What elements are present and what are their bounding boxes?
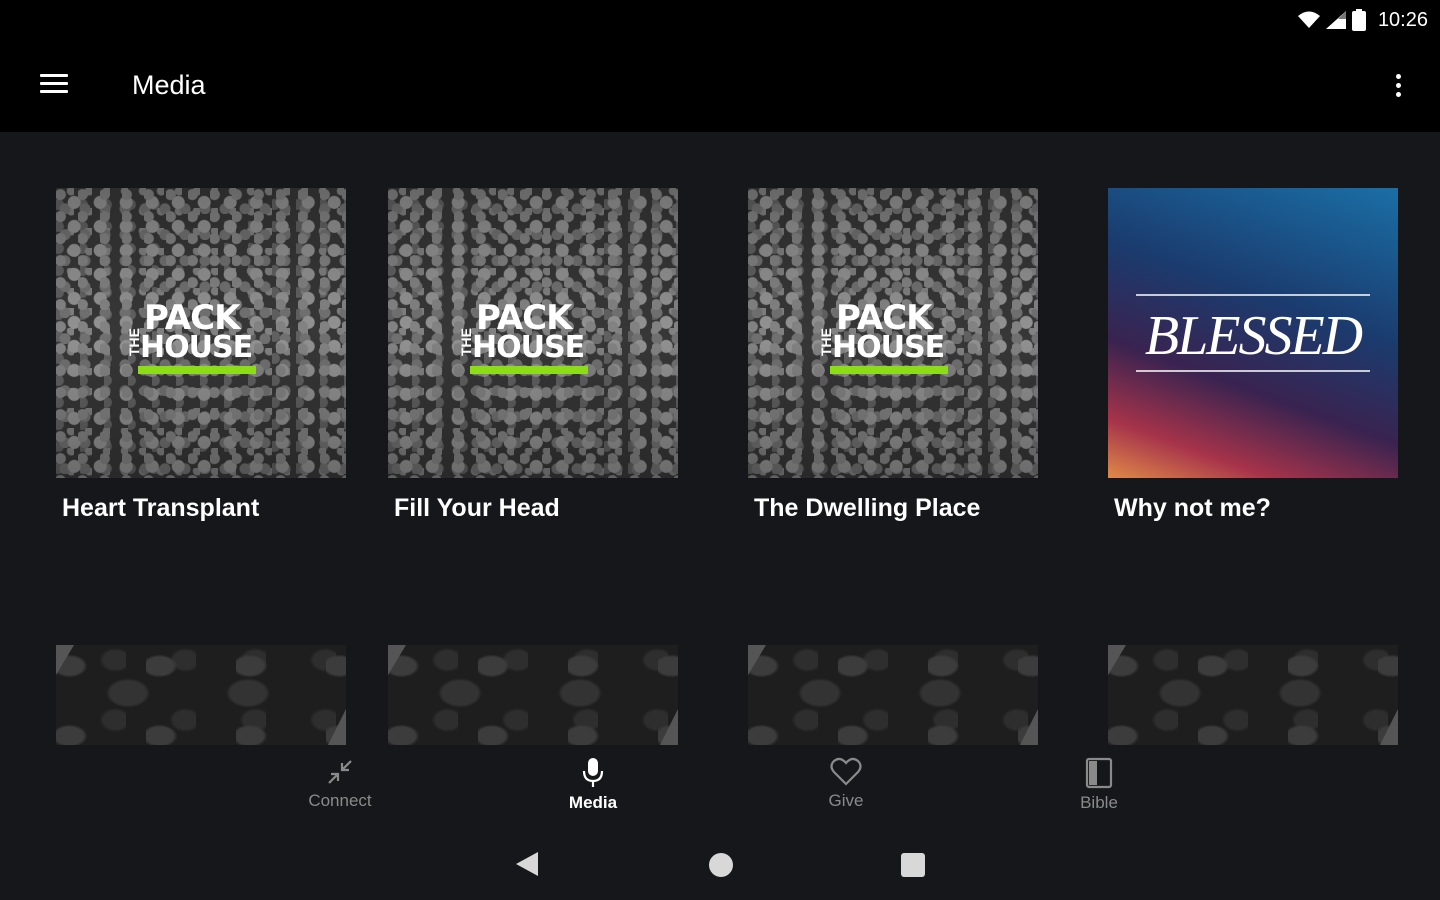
- battery-icon: [1351, 9, 1366, 31]
- wifi-icon: [1297, 11, 1320, 29]
- media-title: Heart Transplant: [62, 494, 260, 522]
- nav-item-give[interactable]: Give: [786, 757, 906, 811]
- pack-the-house-logo: THE PACK HOUSE: [818, 296, 958, 376]
- heart-icon: [786, 757, 906, 787]
- signal-icon: [1325, 11, 1346, 29]
- media-artwork-partial[interactable]: [748, 645, 1038, 745]
- nav-label: Connect: [308, 791, 372, 810]
- app-bar: Media: [0, 40, 1440, 132]
- nav-label: Bible: [1080, 793, 1118, 812]
- bottom-navigation: Connect Media Give Bible: [0, 745, 1440, 830]
- pack-the-house-logo: THE PACK HOUSE: [126, 296, 266, 376]
- page-title: Media: [132, 70, 206, 100]
- media-title: Fill Your Head: [394, 494, 560, 522]
- media-screen: 10:26 Media THE PACK HOUSE Heart Transpl…: [0, 0, 1440, 900]
- media-artwork: THE PACK HOUSE: [388, 188, 678, 478]
- media-artwork: THE PACK HOUSE: [56, 188, 346, 478]
- media-artwork: BLESSED: [1108, 188, 1398, 478]
- pack-the-house-logo: THE PACK HOUSE: [458, 296, 598, 376]
- microphone-icon: [533, 757, 653, 789]
- nav-item-connect[interactable]: Connect: [280, 757, 400, 811]
- back-icon[interactable]: [514, 850, 540, 883]
- media-card[interactable]: THE PACK HOUSE Fill Your Head: [388, 188, 678, 523]
- blessed-logo: BLESSED: [1136, 294, 1370, 374]
- nav-label: Media: [568, 793, 618, 812]
- media-title: Why not me?: [1114, 494, 1271, 522]
- nav-item-bible[interactable]: Bible: [1039, 757, 1159, 813]
- book-icon: [1039, 757, 1159, 789]
- media-title: The Dwelling Place: [754, 494, 981, 522]
- media-card[interactable]: THE PACK HOUSE Heart Transplant: [56, 188, 346, 523]
- home-icon[interactable]: [708, 852, 734, 883]
- system-navigation-bar: [0, 830, 1440, 900]
- media-artwork: THE PACK HOUSE: [748, 188, 1038, 478]
- nav-item-media[interactable]: Media: [533, 757, 653, 813]
- more-vert-icon[interactable]: [1386, 68, 1410, 104]
- media-artwork-partial[interactable]: [1108, 645, 1398, 745]
- status-time: 10:26: [1377, 8, 1428, 31]
- nav-label: Give: [828, 791, 864, 810]
- media-card[interactable]: THE PACK HOUSE The Dwelling Place: [748, 188, 1038, 523]
- connect-arrows-icon: [280, 757, 400, 787]
- recents-icon[interactable]: [900, 852, 926, 883]
- media-card[interactable]: BLESSED Why not me?: [1108, 188, 1398, 523]
- hamburger-menu-icon[interactable]: [34, 68, 74, 104]
- status-bar: 10:26: [0, 0, 1440, 40]
- media-artwork-partial[interactable]: [56, 645, 346, 745]
- media-artwork-partial[interactable]: [388, 645, 678, 745]
